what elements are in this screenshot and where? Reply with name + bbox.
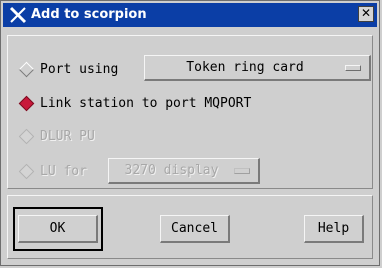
dlur-pu-label: DLUR PU xyxy=(40,128,95,144)
link-station-label: Link station to port MQPORT xyxy=(40,95,252,111)
title-bar[interactable]: Add to scorpion ✕ xyxy=(3,3,377,27)
lu-type-menu: 3270 display xyxy=(108,158,260,184)
dialog-window: Add to scorpion ✕ Port using Token ring … xyxy=(0,0,380,266)
cancel-button[interactable]: Cancel xyxy=(160,215,230,243)
close-button[interactable]: ✕ xyxy=(358,6,374,22)
lu-for-option: LU for xyxy=(18,161,87,181)
dialog-title: Add to scorpion xyxy=(31,7,147,22)
port-using-option[interactable]: Port using xyxy=(18,59,119,79)
link-station-option[interactable]: Link station to port MQPORT xyxy=(18,93,252,113)
port-using-radio-icon[interactable] xyxy=(18,61,35,77)
ok-button[interactable]: OK xyxy=(18,215,98,243)
lu-for-label: LU for xyxy=(40,163,87,179)
x-logo-icon xyxy=(9,6,27,24)
port-using-label: Port using xyxy=(40,61,119,77)
lu-for-radio-icon xyxy=(18,163,35,179)
link-station-radio-icon[interactable] xyxy=(18,95,35,111)
dlur-pu-option: DLUR PU xyxy=(18,126,95,146)
option-menu-indicator-icon xyxy=(345,64,361,71)
port-type-value: Token ring card xyxy=(186,60,304,75)
option-menu-indicator-icon xyxy=(234,167,250,174)
dlur-pu-radio-icon xyxy=(18,128,35,144)
help-button[interactable]: Help xyxy=(304,215,364,243)
port-type-menu[interactable]: Token ring card xyxy=(144,55,371,81)
lu-type-value: 3270 display xyxy=(124,163,219,178)
